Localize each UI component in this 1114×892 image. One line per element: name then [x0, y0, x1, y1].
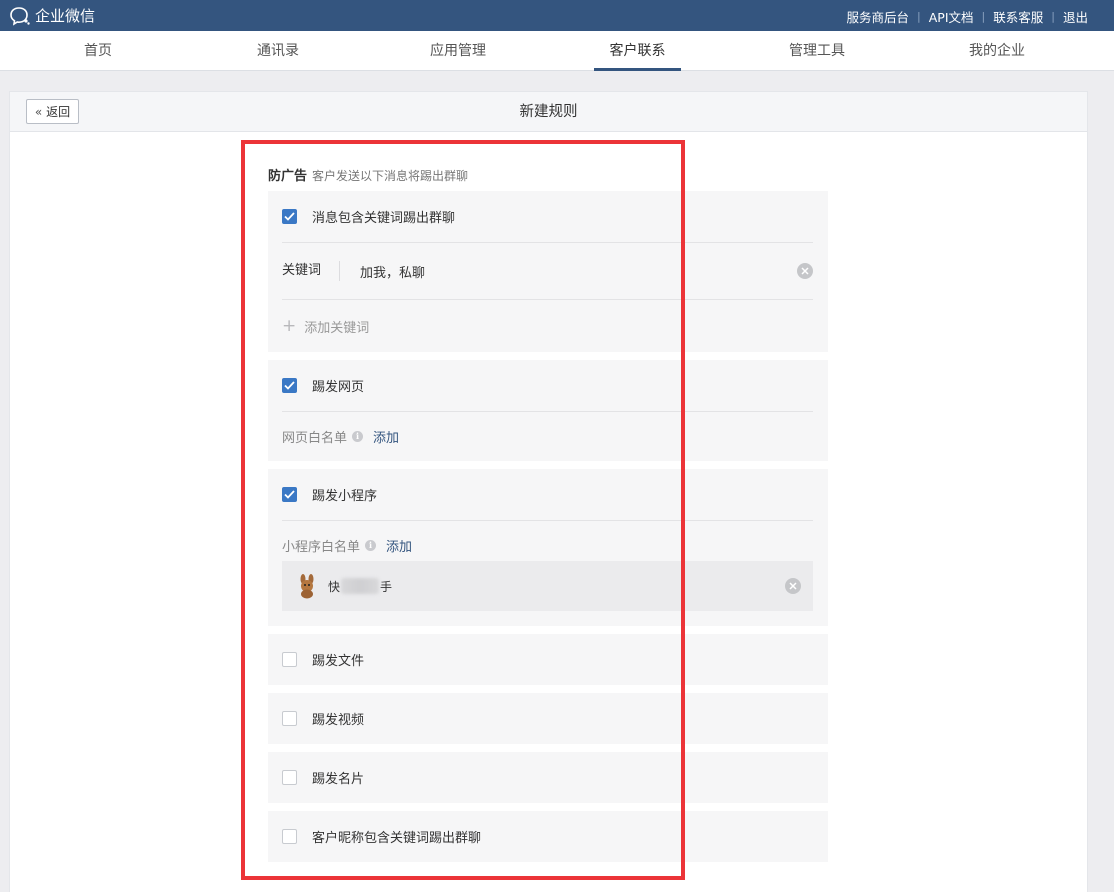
add-keyword-label: 添加关键词	[304, 320, 370, 336]
keyword-value[interactable]: 加我，私聊	[360, 262, 797, 281]
video-rule-checkbox[interactable]	[282, 711, 297, 726]
service-backend-link[interactable]: 服务商后台	[847, 7, 910, 26]
keyword-label: 关键词	[282, 261, 340, 281]
add-keyword-button[interactable]: + 添加关键词	[282, 317, 369, 336]
video-rule-block: 踢发视频	[268, 693, 828, 744]
main-nav: 首页 通讯录 应用管理 客户联系 管理工具 我的企业	[0, 31, 1114, 71]
nav-contacts[interactable]: 通讯录	[249, 31, 307, 71]
card-rule-option[interactable]: 踢发名片	[282, 752, 813, 803]
add-miniprogram-whitelist-link[interactable]: 添加	[386, 536, 412, 555]
separator: |	[917, 10, 921, 23]
webpage-rule-label: 踢发网页	[312, 380, 365, 395]
keyword-rule-option[interactable]: 消息包含关键词踢出群聊	[282, 191, 813, 242]
card-rule-block: 踢发名片	[268, 752, 828, 803]
check-icon	[284, 381, 295, 390]
miniprogram-rule-block: 踢发小程序 小程序白名单 i 添加 快手	[268, 469, 828, 626]
miniprogram-name-start: 快	[328, 579, 341, 594]
nickname-rule-checkbox[interactable]	[282, 829, 297, 844]
keyword-row: 关键词 加我，私聊	[282, 243, 813, 299]
contact-support-link[interactable]: 联系客服	[993, 7, 1043, 26]
info-icon[interactable]: i	[365, 539, 377, 551]
video-rule-label: 踢发视频	[312, 713, 365, 728]
section-title-main: 防广告	[268, 169, 308, 184]
file-rule-option[interactable]: 踢发文件	[282, 634, 813, 685]
card-header: « 返回 新建规则	[10, 92, 1087, 132]
webpage-rule-checkbox[interactable]	[282, 378, 297, 393]
nav-app-management[interactable]: 应用管理	[424, 31, 492, 71]
miniprogram-name-end: 手	[380, 579, 393, 594]
nickname-rule-block: 客户昵称包含关键词踢出群聊	[268, 811, 828, 862]
nickname-rule-option[interactable]: 客户昵称包含关键词踢出群聊	[282, 811, 813, 862]
webpage-rule-block: 踢发网页 网页白名单 i 添加	[268, 360, 828, 461]
plus-icon: +	[282, 315, 297, 336]
keyword-rule-block: 消息包含关键词踢出群聊 关键词 加我，私聊 + 添加关键词	[268, 191, 828, 352]
webpage-rule-option[interactable]: 踢发网页	[282, 360, 813, 411]
webpage-whitelist-row: 网页白名单 i 添加	[282, 412, 813, 461]
add-webpage-whitelist-link[interactable]: 添加	[373, 427, 399, 446]
nav-home[interactable]: 首页	[70, 31, 126, 71]
app-name: 企业微信	[35, 7, 96, 25]
api-docs-link[interactable]: API文档	[929, 7, 974, 26]
clear-keyword-icon[interactable]	[797, 263, 813, 279]
nav-management-tools[interactable]: 管理工具	[783, 31, 851, 71]
webpage-whitelist-label: 网页白名单	[282, 431, 348, 446]
top-links: 服务商后台 | API文档 | 联系客服 | 退出	[847, 7, 1088, 26]
remove-miniprogram-icon[interactable]	[785, 578, 801, 594]
keyword-rule-checkbox[interactable]	[282, 209, 297, 224]
card-rule-checkbox[interactable]	[282, 770, 297, 785]
card-rule-label: 踢发名片	[312, 772, 365, 787]
separator: |	[1051, 10, 1055, 23]
check-icon	[284, 490, 295, 499]
app-logo[interactable]: 企业微信	[9, 5, 95, 26]
miniprogram-avatar-icon	[300, 574, 314, 599]
add-keyword-row: + 添加关键词	[282, 300, 813, 352]
separator: |	[981, 10, 986, 23]
miniprogram-rule-option[interactable]: 踢发小程序	[282, 469, 813, 520]
info-icon[interactable]: i	[352, 431, 364, 442]
miniprogram-rule-checkbox[interactable]	[282, 487, 297, 502]
nav-customer-contact[interactable]: 客户联系	[594, 31, 681, 71]
miniprogram-rule-label: 踢发小程序	[312, 489, 378, 504]
wecom-logo-icon	[10, 6, 30, 26]
check-icon	[284, 212, 295, 221]
redacted-text	[341, 578, 380, 594]
file-rule-checkbox[interactable]	[282, 652, 297, 667]
nav-my-enterprise[interactable]: 我的企业	[963, 31, 1031, 71]
section-title: 防广告 客户发送以下消息将踢出群聊	[268, 165, 468, 184]
section-subtitle: 客户发送以下消息将踢出群聊	[312, 169, 469, 183]
file-rule-label: 踢发文件	[312, 654, 365, 669]
nickname-rule-label: 客户昵称包含关键词踢出群聊	[312, 831, 482, 846]
miniprogram-name: 快手	[328, 578, 785, 595]
miniprogram-whitelist-label: 小程序白名单	[282, 539, 361, 555]
top-bar: 企业微信 服务商后台 | API文档 | 联系客服 | 退出	[0, 0, 1114, 31]
miniprogram-whitelist-item: 快手	[282, 561, 813, 611]
file-rule-block: 踢发文件	[268, 634, 828, 685]
page-title: 新建规则	[519, 104, 578, 120]
keyword-rule-label: 消息包含关键词踢出群聊	[312, 211, 456, 226]
logout-link[interactable]: 退出	[1063, 7, 1088, 26]
video-rule-option[interactable]: 踢发视频	[282, 693, 813, 744]
